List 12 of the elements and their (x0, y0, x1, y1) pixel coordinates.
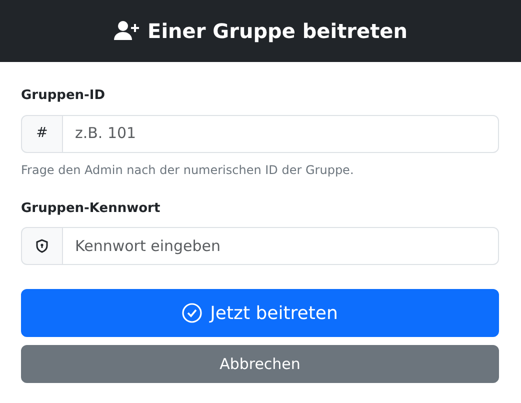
cancel-button[interactable]: Abbrechen (21, 345, 499, 383)
shield-icon (36, 239, 48, 253)
help-text: Frage den Admin nach der numerischen ID der Gruppe. (21, 162, 355, 178)
check-circle-icon (182, 303, 202, 323)
join-button[interactable]: Jetzt beitreten (21, 289, 499, 337)
input-addon: # (21, 114, 63, 152)
add-user-icon (114, 21, 140, 41)
field-label: Gruppen-Kennwort (21, 200, 162, 218)
input-field[interactable]: z.B. 101 (62, 114, 499, 152)
dialog-title: Einer Gruppe beitreten (148, 18, 408, 45)
field-label: Gruppen-ID (21, 87, 106, 105)
input-field[interactable]: Kennwort eingeben (62, 227, 499, 265)
